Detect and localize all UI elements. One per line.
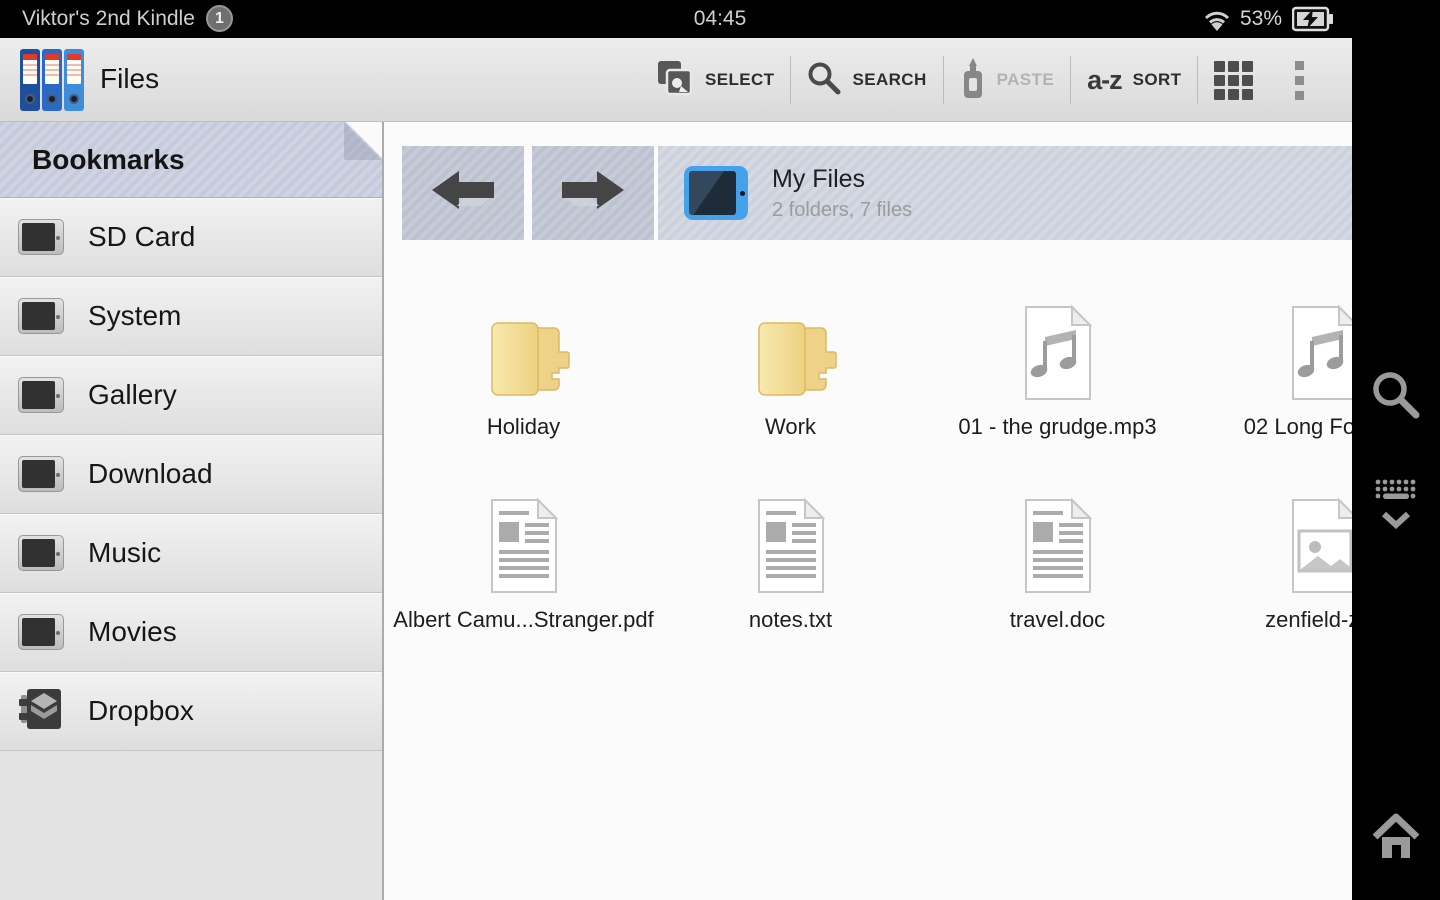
bookmarks-title: Bookmarks: [32, 144, 185, 175]
tablet-icon: [18, 535, 64, 571]
sort-label: SORT: [1132, 70, 1182, 89]
tablet-icon: [18, 614, 64, 650]
file-item-audio[interactable]: 01 - the grudge.mp3: [924, 282, 1191, 475]
sidebar-item-movies[interactable]: Movies: [0, 593, 382, 672]
glue-bottle-icon: [960, 57, 986, 104]
tablet-icon: [18, 456, 64, 492]
az-sort-icon: a-z: [1087, 64, 1123, 95]
binders-icon: [20, 49, 90, 111]
music-file-icon: [1018, 302, 1098, 402]
wifi-icon: [1202, 8, 1232, 37]
status-bar: Viktor's 2nd Kindle 1 04:45 53%: [0, 0, 1440, 38]
file-name: notes.txt: [748, 607, 833, 632]
search-button[interactable]: SEARCH: [791, 38, 942, 122]
file-item-folder[interactable]: Work: [657, 282, 924, 475]
toolbar: Files SELECT SEARCH PASTE a-z SORT: [0, 38, 1352, 122]
back-button[interactable]: [402, 146, 524, 240]
sidebar-item-label: Gallery: [88, 379, 177, 410]
location-summary: 2 folders, 7 files: [772, 198, 913, 221]
overflow-menu-icon: [1285, 60, 1314, 100]
document-file-icon: [751, 495, 831, 595]
paste-button[interactable]: PASTE: [944, 38, 1070, 122]
folder-icon: [743, 302, 839, 402]
app-title: Files: [100, 63, 160, 94]
document-file-icon: [1018, 495, 1098, 595]
sort-button[interactable]: a-z SORT: [1071, 38, 1197, 122]
sidebar-item-label: Movies: [88, 616, 177, 647]
binder: [64, 49, 84, 111]
sidebar-item-system[interactable]: System: [0, 277, 382, 356]
document-file-icon: [484, 495, 564, 595]
file-item-document[interactable]: Albert Camu...Stranger.pdf: [390, 475, 657, 668]
sidebar-item-dropbox[interactable]: Dropbox: [0, 672, 382, 751]
file-name: Work: [765, 414, 816, 439]
grid-view-icon: [1214, 60, 1254, 100]
keyboard-hide-icon: [1372, 478, 1420, 529]
sidebar-item-label: SD Card: [88, 221, 196, 252]
file-name: Albert Camu...Stranger.pdf: [393, 607, 654, 632]
panel-search-button[interactable]: [1352, 368, 1440, 427]
view-mode-button[interactable]: [1198, 38, 1269, 122]
file-name: travel.doc: [1009, 607, 1106, 632]
file-name: Holiday: [486, 414, 561, 439]
bookmarks-sidebar: Bookmarks SD Card System Gallery Downloa…: [0, 122, 384, 900]
location-bar[interactable]: My Files 2 folders, 7 files: [658, 146, 1352, 240]
file-item-document[interactable]: travel.doc: [924, 475, 1191, 668]
overflow-menu-button[interactable]: [1269, 38, 1330, 122]
binder: [42, 49, 62, 111]
sidebar-item-label: Download: [88, 458, 213, 489]
file-grid: Holiday Work 01 - the grudge.mp3 02 Long…: [390, 282, 1440, 668]
sidebar-item-gallery[interactable]: Gallery: [0, 356, 382, 435]
home-icon: [1370, 812, 1422, 867]
battery-charging-icon: [1291, 6, 1334, 37]
file-item-folder[interactable]: Holiday: [390, 282, 657, 475]
multi-select-icon: [656, 59, 694, 102]
folder-icon: [476, 302, 572, 402]
tablet-icon: [18, 219, 64, 255]
screen: Viktor's 2nd Kindle 1 04:45 53% Files SE…: [0, 0, 1440, 900]
bookmarks-header: Bookmarks: [0, 122, 382, 198]
dropbox-icon: [18, 688, 64, 735]
search-label: SEARCH: [852, 70, 927, 89]
magnifier-icon: [1369, 368, 1423, 427]
hide-keyboard-button[interactable]: [1352, 478, 1440, 529]
forward-button[interactable]: [532, 146, 654, 240]
file-browser-content: My Files 2 folders, 7 files Holiday Work…: [384, 122, 1405, 900]
system-side-panel: [1352, 0, 1440, 900]
magnifier-icon: [807, 61, 841, 100]
file-name: 01 - the grudge.mp3: [958, 414, 1157, 439]
battery-percent: 53%: [1240, 7, 1283, 30]
select-button[interactable]: SELECT: [640, 38, 790, 122]
arrow-left-icon: [428, 168, 498, 219]
sidebar-item-label: Dropbox: [88, 695, 194, 726]
sidebar-item-music[interactable]: Music: [0, 514, 382, 593]
home-button[interactable]: [1352, 812, 1440, 867]
file-item-document[interactable]: notes.txt: [657, 475, 924, 668]
sidebar-item-sd-card[interactable]: SD Card: [0, 198, 382, 277]
binder: [20, 49, 40, 111]
arrow-right-icon: [558, 168, 628, 219]
sidebar-item-label: Music: [88, 537, 162, 568]
location-title: My Files: [772, 164, 866, 193]
toolbar-actions: SELECT SEARCH PASTE a-z SORT: [640, 38, 1330, 122]
tablet-icon: [18, 298, 64, 334]
sidebar-item-download[interactable]: Download: [0, 435, 382, 514]
blue-tablet-icon: [684, 166, 748, 220]
sidebar-item-label: System: [88, 300, 182, 331]
tablet-icon: [18, 377, 64, 413]
select-label: SELECT: [705, 70, 775, 89]
paste-label: PASTE: [996, 70, 1055, 89]
